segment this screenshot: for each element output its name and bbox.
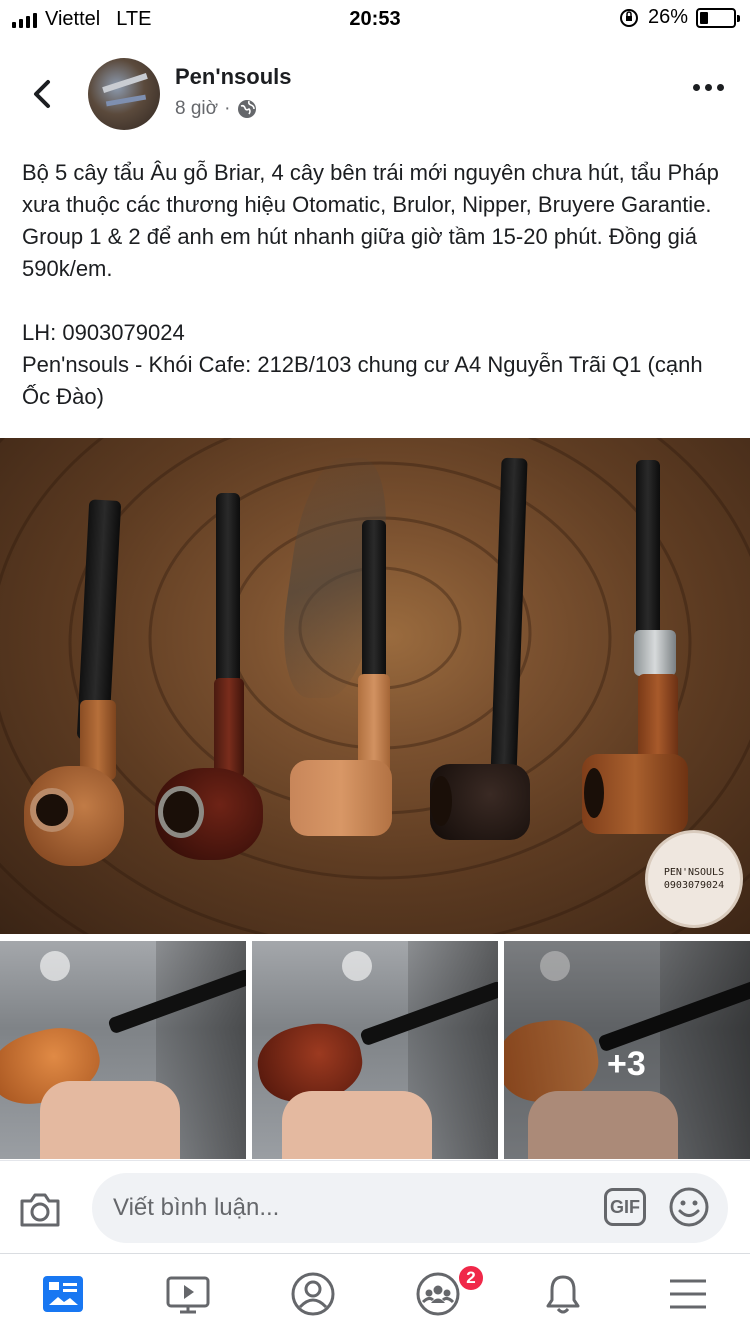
more-photos-count: +3 (607, 1045, 646, 1083)
page-avatar[interactable] (88, 58, 160, 130)
thumbnail-3-more[interactable]: +3 (504, 941, 750, 1159)
tab-menu[interactable] (625, 1254, 750, 1333)
profile-icon (291, 1272, 334, 1315)
gif-icon[interactable]: GIF (604, 1188, 646, 1226)
bottom-tabbar: 2 (0, 1253, 750, 1333)
comment-bar: Viết bình luận... GIF (0, 1160, 750, 1252)
tab-notifications[interactable] (500, 1254, 625, 1333)
watermark-name: PEN'NSOULS (663, 867, 725, 878)
watermark-phone: 0903079024 (663, 880, 725, 891)
notifications-icon (546, 1275, 579, 1313)
post-text: Bộ 5 cây tẩu Âu gỗ Briar, 4 cây bên trái… (22, 160, 719, 409)
orientation-lock-icon (619, 8, 638, 27)
status-bar: Viettel LTE 20:53 26% (0, 0, 750, 40)
post-time[interactable]: 8 giờ (175, 98, 218, 120)
thumbnail-2[interactable] (252, 941, 498, 1159)
tab-profile[interactable] (250, 1254, 375, 1333)
more-photos-overlay[interactable]: +3 (504, 941, 750, 1159)
globe-icon (238, 100, 257, 118)
status-right: 26% (618, 6, 740, 29)
post-meta: 8 giờ · (175, 98, 258, 120)
post-header: Pen'nsouls 8 giờ · (0, 50, 750, 140)
comment-input[interactable]: Viết bình luận... GIF (92, 1173, 728, 1243)
post-photo-main[interactable] (0, 438, 750, 934)
groups-badge: 2 (457, 1264, 485, 1292)
battery-percent: 26% (647, 6, 688, 28)
comment-placeholder: Viết bình luận... (113, 1194, 280, 1221)
menu-icon (669, 1279, 706, 1308)
page-name[interactable]: Pen'nsouls (175, 64, 291, 90)
tab-news-feed[interactable] (0, 1254, 125, 1333)
meta-separator: · (224, 98, 231, 119)
tab-groups[interactable]: 2 (375, 1254, 500, 1333)
news-feed-icon (42, 1275, 83, 1312)
watch-icon (166, 1276, 209, 1313)
groups-icon (416, 1272, 459, 1315)
more-icon[interactable] (693, 84, 724, 91)
camera-icon[interactable] (18, 1189, 62, 1229)
emoji-icon[interactable] (668, 1186, 710, 1228)
watermark-stamp: PEN'NSOULS 0903079024 (645, 830, 743, 928)
tab-watch[interactable] (125, 1254, 250, 1333)
thumbnail-1[interactable] (0, 941, 246, 1159)
battery-icon (696, 7, 740, 28)
photo-thumbnails: +3 (0, 941, 750, 1159)
back-icon[interactable] (22, 74, 62, 114)
